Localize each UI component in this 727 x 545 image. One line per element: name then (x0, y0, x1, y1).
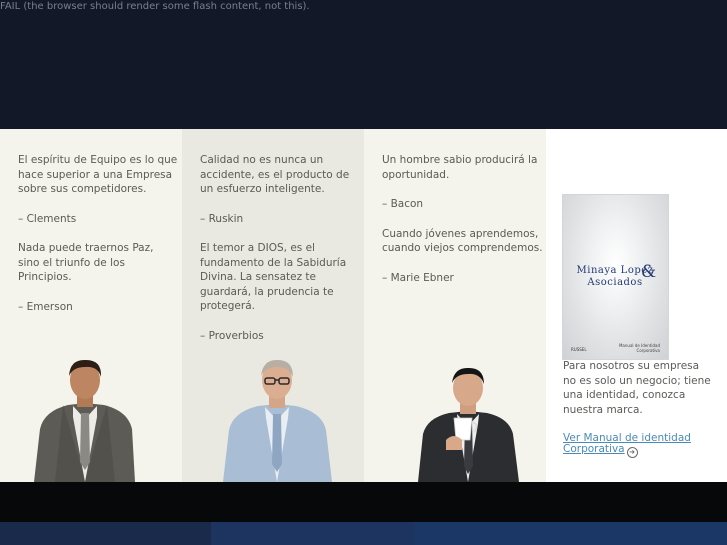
quote-author: – Emerson (18, 300, 73, 313)
quote-list: El espíritu de Equipo es lo que hace sup… (18, 153, 178, 329)
quote-text: Calidad no es nunca un accidente, es el … (200, 154, 350, 195)
quote-column-1: El espíritu de Equipo es lo que hace sup… (0, 129, 182, 482)
quote-column-2: Calidad no es nunca un accidente, es el … (182, 129, 364, 482)
identity-manual-cover[interactable]: Minaya Lopez Asociados & RUSSEL Manual d… (563, 195, 668, 359)
footer-band (0, 482, 727, 522)
circle-arrow-right-icon: ➜ (626, 447, 638, 458)
quote-author: – Proverbios (200, 329, 264, 342)
quote-list: Calidad no es nunca un accidente, es el … (200, 153, 362, 358)
quote-author: – Clements (18, 212, 77, 225)
quote-text: Nada puede traernos Paz, sino el triunfo… (18, 242, 154, 283)
quote-text: El espíritu de Equipo es lo que hace sup… (18, 154, 178, 195)
quote-author: – Bacon (382, 198, 424, 210)
flash-banner: FAIL (the browser should render some fla… (0, 0, 727, 129)
quote-author: – Ruskin (200, 212, 244, 225)
brand-promo-text: Para nosotros su empresa no es solo un n… (563, 360, 711, 416)
quote-author: – Marie Ebner (382, 271, 454, 284)
book-ampersand: & (641, 262, 657, 282)
businessman-photo (34, 359, 135, 482)
book-subtitle: Manual de Identidad Corporativa (618, 343, 660, 353)
quote-column-3: Un hombre sabio producirá la oportunidad… (364, 129, 546, 482)
quote-text: El temor a DIOS, es el fundamento de la … (200, 242, 347, 312)
brand-sidebar: Minaya Lopez Asociados & RUSSEL Manual d… (546, 129, 727, 482)
businessman-with-cup-photo (418, 367, 519, 482)
quote-text: Cuando jóvenes aprendemos, cuando viejos… (382, 227, 543, 255)
footer-segment-2 (211, 522, 414, 545)
quote-text: Un hombre sabio producirá la oportunidad… (382, 154, 538, 181)
flash-fail-message: FAIL (the browser should render some fla… (0, 1, 310, 12)
businessman-photo (223, 359, 332, 482)
quote-list: Un hombre sabio producirá la oportunidad… (382, 153, 544, 300)
footer-segment-1 (0, 522, 211, 545)
identity-manual-link[interactable]: Ver Manual de identidad Corporativa ➜ (563, 433, 713, 458)
book-publisher-logo: RUSSEL (571, 347, 587, 352)
footer-segment-3 (414, 522, 727, 545)
